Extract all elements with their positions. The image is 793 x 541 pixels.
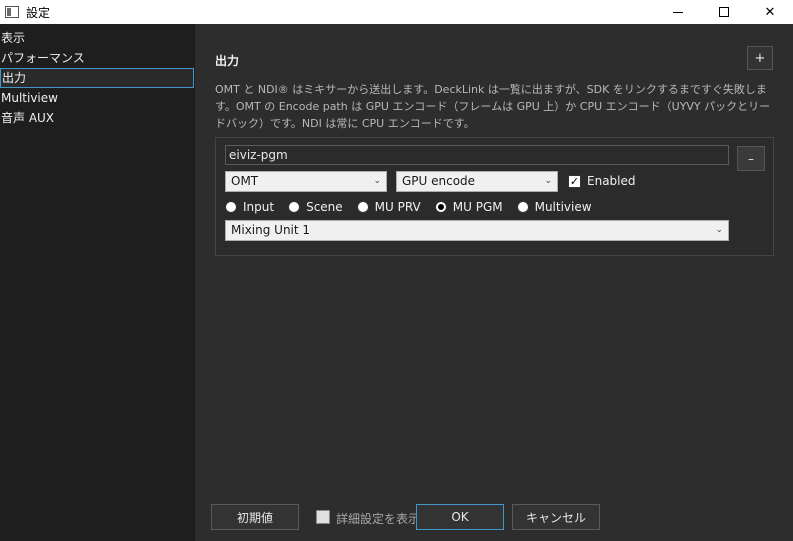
protocol-select[interactable]: OMT ⌄ <box>225 171 387 192</box>
output-entry-card: eiviz-pgm – OMT ⌄ GPU encode ⌄ ✓ Enabled… <box>215 137 774 256</box>
radio-source-multiview[interactable]: Multiview <box>516 200 592 214</box>
window-title: 設定 <box>26 5 51 20</box>
protocol-select-value: OMT <box>231 174 259 188</box>
encode-path-select[interactable]: GPU encode ⌄ <box>396 171 558 192</box>
close-icon: ✕ <box>764 4 776 20</box>
radio-icon <box>516 201 529 213</box>
sidebar: 表示 パフォーマンス 出力 Multiview 音声 AUX <box>0 24 195 541</box>
chevron-down-icon: ⌄ <box>715 225 723 235</box>
minimize-icon <box>673 11 683 13</box>
chevron-down-icon: ⌄ <box>544 176 552 186</box>
sidebar-item-output[interactable]: 出力 <box>0 68 194 88</box>
radio-source-mu-prv[interactable]: MU PRV <box>356 200 421 214</box>
check-icon: ✓ <box>569 175 580 188</box>
radio-source-input[interactable]: Input <box>225 200 274 214</box>
sidebar-item-multiview[interactable]: Multiview <box>0 88 195 108</box>
advanced-settings-label: 詳細設定を表示 <box>336 512 418 526</box>
app-icon <box>5 6 19 18</box>
output-name-input[interactable]: eiviz-pgm <box>225 145 729 165</box>
radio-icon <box>356 201 369 213</box>
mixing-unit-select[interactable]: Mixing Unit 1 ⌄ <box>225 220 729 241</box>
sidebar-item-display[interactable]: 表示 <box>0 28 195 48</box>
main-panel: 出力 + OMT と NDI® はミキサーから送出します。DeckLink は一… <box>195 24 793 541</box>
cancel-button[interactable]: キャンセル <box>512 504 600 530</box>
maximize-icon <box>719 7 729 17</box>
enabled-label: Enabled <box>587 174 636 188</box>
defaults-button[interactable]: 初期値 <box>211 504 299 530</box>
output-description: OMT と NDI® はミキサーから送出します。DeckLink は一覧に出ます… <box>215 83 771 130</box>
enabled-checkbox[interactable]: ✓ <box>568 175 581 188</box>
maximize-button[interactable] <box>701 0 747 24</box>
encode-path-select-value: GPU encode <box>402 174 476 188</box>
radio-icon <box>225 201 237 213</box>
mixing-unit-select-value: Mixing Unit 1 <box>231 223 311 237</box>
window-controls: ✕ <box>655 0 793 24</box>
sidebar-item-performance[interactable]: パフォーマンス <box>0 48 195 68</box>
sidebar-item-audio-aux[interactable]: 音声 AUX <box>0 108 195 128</box>
advanced-settings-checkbox[interactable] <box>316 510 330 524</box>
close-button[interactable]: ✕ <box>747 0 793 24</box>
ok-button[interactable]: OK <box>416 504 504 530</box>
minimize-button[interactable] <box>655 0 701 24</box>
chevron-down-icon: ⌄ <box>373 176 381 186</box>
radio-selected-icon <box>434 201 447 213</box>
radio-source-mu-pgm[interactable]: MU PGM <box>434 200 503 214</box>
radio-icon <box>288 201 301 213</box>
title-bar: 設定 ✕ <box>0 0 793 24</box>
source-radio-group: Input Scene MU PRV MU PGM Multiview <box>225 199 606 215</box>
radio-source-scene[interactable]: Scene <box>288 200 343 214</box>
add-output-button[interactable]: + <box>747 46 773 70</box>
section-title: 出力 <box>215 54 240 68</box>
remove-output-button[interactable]: – <box>737 146 765 171</box>
